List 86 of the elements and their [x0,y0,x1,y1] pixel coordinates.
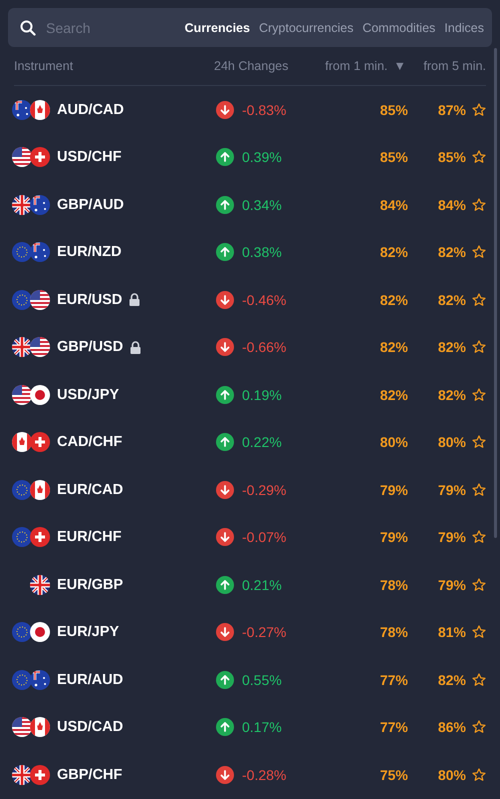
payout-value: 84% [438,196,466,213]
column-header: Instrument [14,59,74,73]
instrument-name: EUR/CAD [57,482,124,498]
change-value: -0.07% [242,529,286,546]
category-tab[interactable]: Commodities [362,20,436,34]
star-icon[interactable] [472,388,486,402]
payout-value: 82% [380,292,408,308]
payout-value: 82% [438,386,466,403]
column-header[interactable]: from 1 min. ▼ [325,59,406,73]
instrument-name: AUD/CAD [57,102,124,118]
payout-value: 82% [438,244,466,260]
payout-value: 85% [380,149,408,166]
payout-value: 79% [438,482,466,498]
search-field[interactable]: Search [44,18,128,36]
payout-value: 77% [380,672,408,688]
payout-value: 82% [380,386,408,403]
change-value: 0.38% [242,244,282,260]
payout-value: 82% [438,292,466,308]
category-tab[interactable]: Currencies [184,20,250,34]
change-value: -0.83% [242,102,286,118]
category-tab[interactable]: Indices [444,20,484,34]
payout-value: 79% [380,482,408,498]
star-icon[interactable] [472,435,486,450]
star-icon[interactable] [472,672,486,687]
star-icon[interactable] [472,150,486,164]
payout-value: 77% [380,719,408,736]
payout-value: 81% [438,624,466,640]
payout-value: 75% [380,766,408,783]
instrument-name: GBP/USD [57,339,124,356]
star-icon[interactable] [472,530,486,544]
payout-value: 86% [438,719,466,736]
star-icon[interactable] [472,198,486,212]
instrument-name: GBP/CHF [57,766,122,783]
instrument-name: GBP/AUD [57,196,124,213]
change-value: -0.28% [242,766,286,783]
payout-value: 80% [380,434,408,450]
change-value: -0.29% [242,482,286,498]
column-header: 24h Changes [214,59,288,73]
change-value: -0.66% [242,339,286,356]
star-icon[interactable] [472,768,486,782]
payout-value: 84% [380,196,408,213]
change-value: 0.22% [242,434,282,450]
payout-value: 78% [380,576,408,593]
instrument-name: EUR/CHF [57,529,122,546]
payout-value: 78% [380,624,408,640]
change-value: -0.46% [242,292,286,308]
payout-value: 82% [438,339,466,356]
instrument-name: USD/CAD [57,719,124,736]
payout-value: 79% [438,576,466,593]
instrument-name: CAD/CHF [57,434,122,450]
star-icon[interactable] [472,720,486,734]
payout-value: 80% [438,434,466,450]
change-value: 0.39% [242,149,282,166]
change-value: 0.21% [242,576,282,593]
instrument-name: EUR/JPY [57,624,120,640]
payout-value: 82% [380,339,408,356]
star-icon[interactable] [472,578,486,592]
payout-value: 82% [380,244,408,260]
category-tab[interactable]: Cryptocurrencies [258,20,354,34]
payout-value: 79% [438,529,466,546]
star-icon[interactable] [472,340,486,354]
change-value: 0.34% [242,196,282,213]
star-icon[interactable] [472,482,486,497]
instrument-name: EUR/USD [57,292,122,308]
payout-value: 79% [380,529,408,546]
change-value: 0.19% [242,386,282,403]
payout-value: 82% [438,672,466,688]
change-value: -0.27% [242,624,286,640]
change-value: 0.17% [242,719,282,736]
payout-value: 85% [380,102,408,118]
instrument-name: USD/CHF [57,149,122,166]
star-icon[interactable] [472,625,486,640]
payout-value: 87% [438,102,466,118]
instrument-name: EUR/GBP [57,576,124,593]
instrument-name: EUR/AUD [57,672,124,688]
star-icon[interactable] [472,102,486,117]
payout-value: 85% [438,149,466,166]
star-icon[interactable] [472,292,486,307]
instrument-name: EUR/NZD [57,244,122,260]
instrument-name: USD/JPY [57,386,120,403]
payout-value: 80% [438,766,466,783]
column-header: from 5 min. [423,59,486,73]
change-value: 0.55% [242,672,282,688]
search-icon [20,20,36,36]
scrollbar[interactable] [494,48,497,538]
star-icon[interactable] [472,245,486,260]
